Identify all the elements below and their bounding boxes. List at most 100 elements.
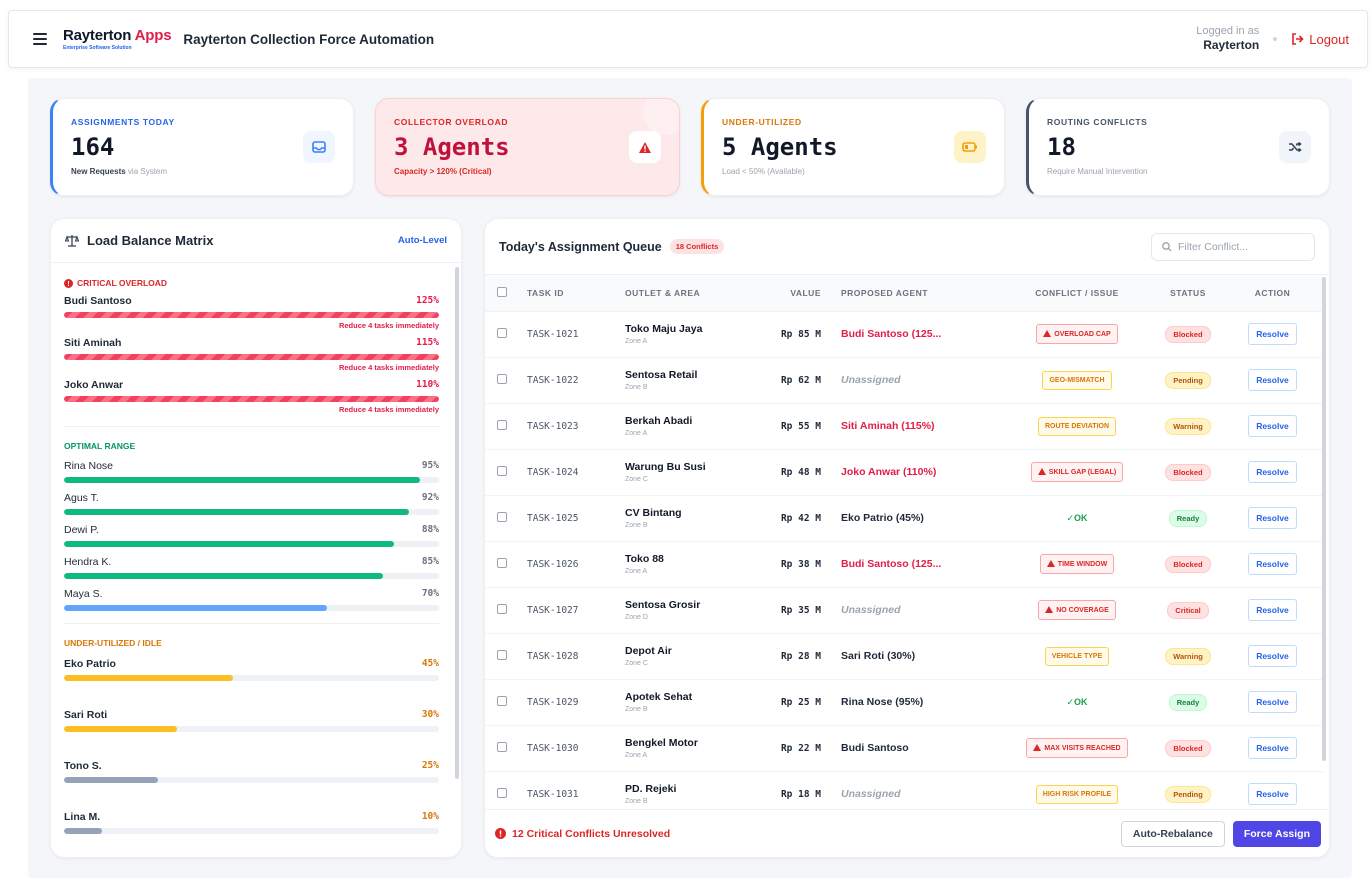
- logout-button[interactable]: Logout: [1291, 32, 1349, 47]
- table-row[interactable]: TASK-1022 Sentosa Retail Zone B Rp 62 M Unas…: [485, 357, 1324, 403]
- separator-dot: [1273, 37, 1278, 41]
- task-id[interactable]: TASK-1022: [527, 375, 578, 386]
- battery-low-icon: [954, 131, 986, 163]
- resolve-button[interactable]: Resolve: [1248, 599, 1297, 621]
- menu-icon[interactable]: [33, 33, 47, 45]
- kpi-subtext: New Requests via System: [71, 167, 168, 176]
- proposed-agent: Unassigned: [841, 788, 901, 800]
- filter-field[interactable]: [1151, 232, 1315, 261]
- outlet-name: Depot Air: [625, 645, 672, 657]
- resolve-button[interactable]: Resolve: [1248, 369, 1297, 391]
- agent-load-row[interactable]: Agus T. 92%: [64, 492, 439, 515]
- load-bar-fill: [64, 675, 233, 681]
- table-row[interactable]: TASK-1024 Warung Bu Susi Zone C Rp 48 M Joko…: [485, 449, 1324, 495]
- table-row[interactable]: TASK-1028 Depot Air Zone C Rp 28 M Sari Roti…: [485, 633, 1324, 679]
- task-id[interactable]: TASK-1030: [527, 743, 578, 754]
- column-header[interactable]: VALUE: [755, 275, 841, 312]
- row-checkbox[interactable]: [497, 557, 507, 568]
- task-id[interactable]: TASK-1029: [527, 697, 578, 708]
- column-header[interactable]: OUTLET & AREA: [625, 275, 755, 312]
- scrollbar[interactable]: [455, 267, 459, 779]
- row-checkbox[interactable]: [497, 787, 507, 798]
- zone-label: Zone D: [625, 614, 648, 621]
- resolve-button[interactable]: Resolve: [1248, 691, 1297, 713]
- agent-load-pct: 110%: [416, 379, 439, 390]
- zone-label: Zone A: [625, 752, 648, 759]
- resolve-button[interactable]: Resolve: [1248, 415, 1297, 437]
- agent-load-row[interactable]: Maya S. 70%: [64, 588, 439, 611]
- row-checkbox[interactable]: [497, 373, 507, 384]
- agent-load-row[interactable]: Dewi P. 88%: [64, 524, 439, 547]
- auto-level-button[interactable]: Auto-Level: [398, 235, 447, 246]
- agent-name: Joko Anwar: [64, 379, 124, 391]
- table-row[interactable]: TASK-1021 Toko Maju Jaya Zone A Rp 85 M Budi…: [485, 311, 1324, 357]
- resolve-button[interactable]: Resolve: [1248, 553, 1297, 575]
- select-all-checkbox[interactable]: [497, 286, 507, 297]
- column-header[interactable]: CONFLICT / ISSUE: [1011, 275, 1143, 312]
- column-header[interactable]: STATUS: [1143, 275, 1233, 312]
- resolve-button[interactable]: Resolve: [1248, 737, 1297, 759]
- resolve-button[interactable]: Resolve: [1248, 323, 1297, 345]
- scrollbar[interactable]: [1322, 277, 1326, 761]
- table-row[interactable]: TASK-1026 Toko 88 Zone A Rp 38 M Budi Santos…: [485, 541, 1324, 587]
- agent-load-pct: 30%: [421, 709, 439, 720]
- task-id[interactable]: TASK-1024: [527, 467, 578, 478]
- brand-logo[interactable]: Rayterton Apps Enterprise Software Solut…: [63, 28, 172, 51]
- conflict-count-badge: 18 Conflicts: [669, 239, 725, 254]
- task-id[interactable]: TASK-1028: [527, 651, 578, 662]
- table-row[interactable]: TASK-1027 Sentosa Grosir Zone D Rp 35 M Unas…: [485, 587, 1324, 633]
- force-assign-button[interactable]: Force Assign: [1232, 820, 1321, 847]
- assignment-queue-panel: Today's Assignment Queue 18 Conflicts TA…: [484, 218, 1330, 858]
- kpi-assignments-today[interactable]: ASSIGNMENTS TODAY 164 New Requests via S…: [50, 98, 354, 196]
- agent-load-row[interactable]: Joko Anwar 110% Reduce 4 tasks immediatel…: [64, 379, 439, 414]
- kpi-under-utilized[interactable]: UNDER-UTILIZED 5 Agents Load < 50% (Avai…: [701, 98, 1005, 196]
- kpi-routing-conflicts[interactable]: ROUTING CONFLICTS 18 Require Manual Inte…: [1026, 98, 1330, 196]
- row-checkbox[interactable]: [497, 327, 507, 338]
- task-value: Rp 62 M: [780, 374, 821, 386]
- load-bar-fill: [64, 777, 158, 783]
- table-row[interactable]: TASK-1025 CV Bintang Zone B Rp 42 M Eko Patr…: [485, 495, 1324, 541]
- task-id[interactable]: TASK-1027: [527, 605, 578, 616]
- column-header[interactable]: ACTION: [1233, 275, 1324, 312]
- task-id[interactable]: TASK-1023: [527, 421, 578, 432]
- user-name: Rayterton: [1203, 38, 1260, 53]
- row-checkbox[interactable]: [497, 465, 507, 476]
- conflict-badge: GEO-MISMATCH: [1042, 370, 1112, 390]
- task-id[interactable]: TASK-1031: [527, 789, 578, 800]
- outlet-name: Sentosa Grosir: [625, 599, 701, 611]
- agent-load-row[interactable]: Hendra K. 85%: [64, 556, 439, 579]
- row-checkbox[interactable]: [497, 649, 507, 660]
- kpi-collector-overload[interactable]: COLLECTOR OVERLOAD 3 Agents Capacity > 1…: [375, 98, 680, 196]
- row-checkbox[interactable]: [497, 419, 507, 430]
- agent-load-row[interactable]: Siti Aminah 115% Reduce 4 tasks immediate…: [64, 337, 439, 372]
- panel-title: Load Balance Matrix: [87, 233, 214, 248]
- row-checkbox[interactable]: [497, 511, 507, 522]
- status-badge: Warning: [1165, 417, 1211, 435]
- task-id[interactable]: TASK-1021: [527, 329, 578, 340]
- task-value: Rp 28 M: [780, 650, 821, 662]
- auto-rebalance-button[interactable]: Auto-Rebalance: [1120, 820, 1225, 847]
- agent-load-row[interactable]: Lina M. 10%: [64, 811, 439, 834]
- agent-load-row[interactable]: Tono S. 25%: [64, 760, 439, 783]
- agent-load-row[interactable]: Sari Roti 30%: [64, 709, 439, 732]
- filter-input[interactable]: [1178, 240, 1298, 253]
- column-header[interactable]: PROPOSED AGENT: [841, 275, 1011, 312]
- table-row[interactable]: TASK-1029 Apotek Sehat Zone B Rp 25 M Rina N…: [485, 679, 1324, 725]
- row-checkbox[interactable]: [497, 603, 507, 614]
- resolve-button[interactable]: Resolve: [1248, 507, 1297, 529]
- agent-load-row[interactable]: Eko Patrio 45%: [64, 658, 439, 681]
- resolve-button[interactable]: Resolve: [1248, 461, 1297, 483]
- resolve-button[interactable]: Resolve: [1248, 783, 1297, 805]
- panel-header: Load Balance Matrix Auto-Level: [51, 219, 461, 263]
- task-id[interactable]: TASK-1026: [527, 559, 578, 570]
- row-checkbox[interactable]: [497, 741, 507, 752]
- row-checkbox[interactable]: [497, 695, 507, 706]
- table-row[interactable]: TASK-1030 Bengkel Motor Zone A Rp 22 M Budi …: [485, 725, 1324, 771]
- agent-load-row[interactable]: Rina Nose 95%: [64, 460, 439, 483]
- agent-note: Reduce 4 tasks immediately: [338, 405, 439, 414]
- resolve-button[interactable]: Resolve: [1248, 645, 1297, 667]
- agent-load-row[interactable]: Budi Santoso 125% Reduce 4 tasks immediat…: [64, 295, 439, 330]
- task-id[interactable]: TASK-1025: [527, 513, 578, 524]
- column-header[interactable]: TASK ID: [527, 275, 625, 312]
- table-row[interactable]: TASK-1023 Berkah Abadi Zone A Rp 55 M Siti A…: [485, 403, 1324, 449]
